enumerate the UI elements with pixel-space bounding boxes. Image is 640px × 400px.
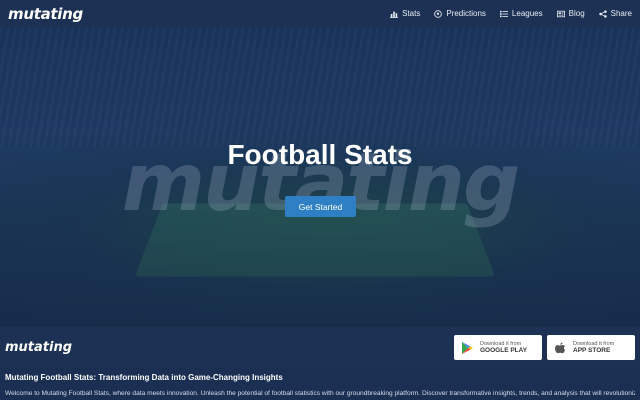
hero-title: Football Stats <box>227 139 413 170</box>
nav-item-stats[interactable]: Stats <box>390 9 420 18</box>
list-icon <box>499 10 508 17</box>
app-download-bar: mutating Download it from GOOGLE PLAY Do… <box>0 327 640 368</box>
footer-brand-logo[interactable]: mutating <box>5 340 72 355</box>
app-store-big-text: APP STORE <box>573 346 611 354</box>
hero-banner: mutating Football Stats Get Started <box>0 27 640 327</box>
google-play-big-text: GOOGLE PLAY <box>480 346 528 354</box>
google-play-button[interactable]: Download it from GOOGLE PLAY <box>454 335 542 360</box>
nav-item-leagues[interactable]: Leagues <box>499 9 543 18</box>
nav-item-blog[interactable]: Blog <box>556 9 585 18</box>
intro-article: Mutating Football Stats: Transforming Da… <box>0 368 640 400</box>
nav-label-share: Share <box>610 9 632 18</box>
app-store-button[interactable]: Download it from APP STORE <box>547 335 635 360</box>
nav-item-predictions[interactable]: Predictions <box>434 9 486 18</box>
nav-label-leagues: Leagues <box>511 9 543 18</box>
nav-label-predictions: Predictions <box>446 9 486 18</box>
nav-item-share[interactable]: Share <box>598 9 632 18</box>
share-icon <box>598 9 607 18</box>
apple-icon <box>555 342 566 353</box>
top-navbar: mutating Stats Predictions Leagues Blog … <box>0 0 640 27</box>
nav-label-stats: Stats <box>402 9 421 18</box>
store-buttons: Download it from GOOGLE PLAY Download it… <box>454 335 635 360</box>
bar-chart-icon <box>390 11 399 18</box>
article-title: Mutating Football Stats: Transforming Da… <box>5 373 283 382</box>
nav-menu: Stats Predictions Leagues Blog Share <box>390 9 632 18</box>
article-body: Welcome to Mutating Football Stats, wher… <box>5 390 635 397</box>
soccer-ball-icon <box>434 9 443 18</box>
get-started-button[interactable]: Get Started <box>285 196 356 217</box>
brand-logo[interactable]: mutating <box>8 5 83 23</box>
newspaper-icon <box>556 10 565 17</box>
google-play-icon <box>462 341 473 354</box>
nav-label-blog: Blog <box>568 9 585 18</box>
